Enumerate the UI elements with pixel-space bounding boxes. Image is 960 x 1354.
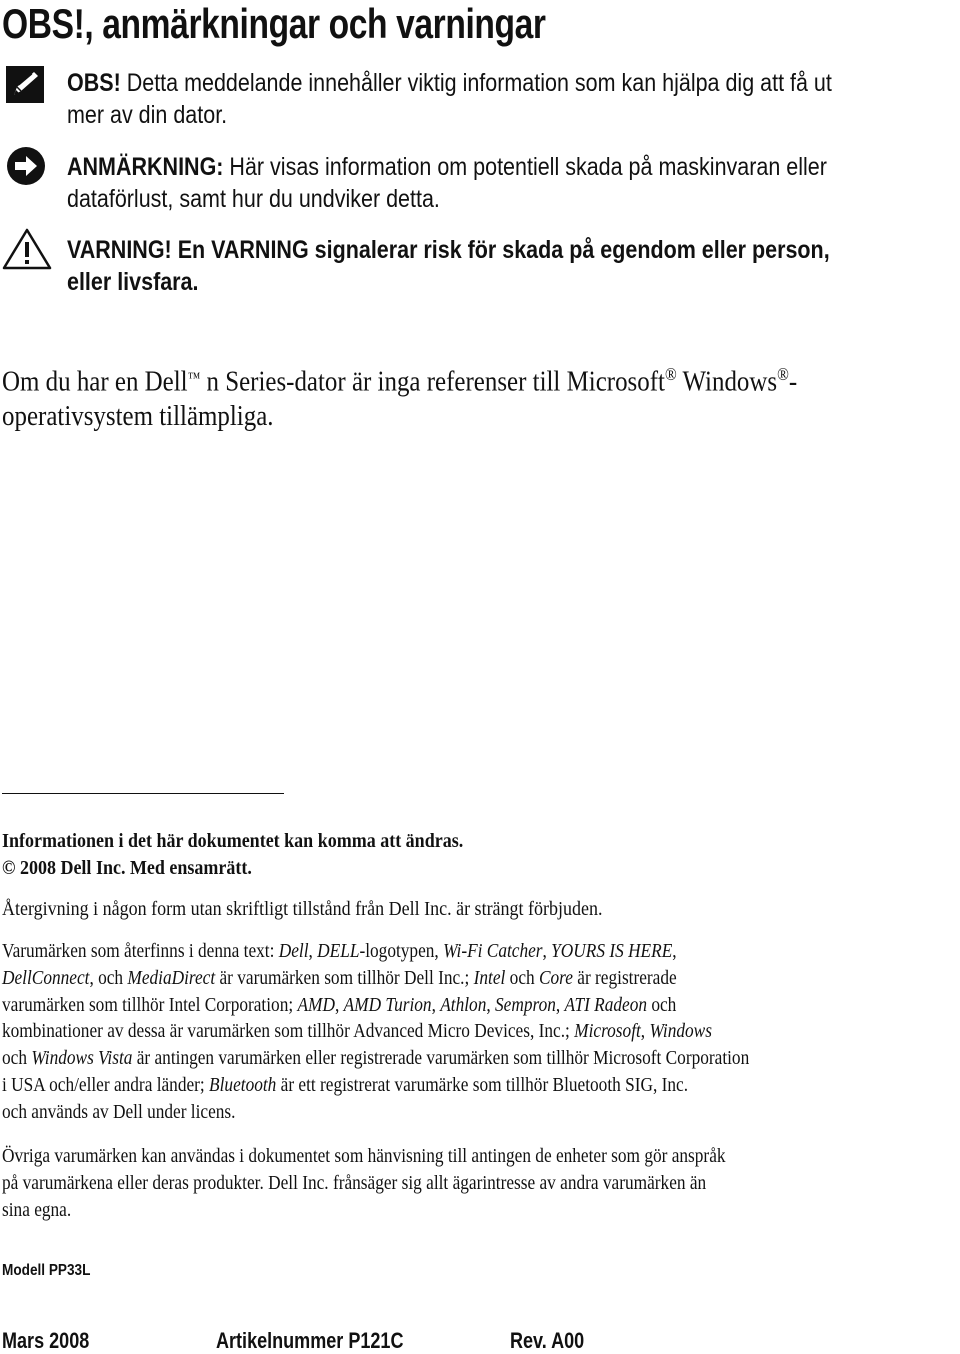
trademark-name: Core	[538, 966, 573, 989]
arrow-right-circle-icon	[6, 146, 46, 186]
paragraph-line: Övriga varumärken kan användas i dokumen…	[2, 1145, 726, 1167]
trademark-name: Bluetooth	[209, 1074, 277, 1096]
paragraph-line: sina egna.	[2, 1199, 72, 1221]
registered-symbol: ®	[777, 364, 789, 384]
note-obs-line1: OBS! Detta meddelande innehåller viktig …	[67, 69, 832, 98]
paragraph-line: Varumärken som återfinns i denna text: D…	[2, 940, 677, 962]
reproduction-notice: Återgivning i någon form utan skriftligt…	[2, 898, 603, 920]
trademark-name: Intel	[473, 966, 506, 989]
trademark-name: DELL	[317, 940, 360, 962]
note-varning-line2: eller livsfara.	[67, 268, 199, 296]
trademark-name: ATI Radeon	[564, 993, 648, 1016]
page-title: OBS!, anmärkningar och varningar	[2, 0, 546, 47]
paragraph-line: och Windows Vista är antingen varumärken…	[2, 1047, 750, 1070]
trademark-name: Microsoft	[574, 1020, 641, 1043]
note-anmarkning-label: ANMÄRKNING:	[67, 153, 224, 181]
series-note-text: -	[788, 365, 798, 398]
publication-date: Mars 2008	[2, 1328, 90, 1353]
note-anmarkning-line2: dataförlust, samt hur du undviker detta.	[67, 185, 440, 213]
paragraph-line: varumärken som tillhör Intel Corporation…	[2, 993, 677, 1016]
trademark-name: Sempron	[495, 993, 556, 1016]
paragraph-line: på varumärkena eller deras produkter. De…	[2, 1172, 707, 1194]
trademark-name: YOURS IS HERE	[551, 940, 673, 962]
note-varning-text: En VARNING signalerar risk för skada på …	[171, 236, 830, 264]
trademark-name: Dell	[278, 940, 309, 962]
revision: Rev. A00	[510, 1328, 585, 1353]
trademark-name: DellConnect	[2, 966, 90, 989]
note-obs-label: OBS!	[67, 69, 121, 97]
trademark-name: Windows	[649, 1020, 712, 1043]
copyright: © 2008 Dell Inc. Med ensamrätt.	[2, 857, 252, 879]
trademark-symbol: ™	[187, 370, 201, 387]
trademark-name: AMD Turion	[343, 993, 432, 1016]
series-note-line1: Om du har en Dell™ n Series-dator är ing…	[2, 364, 797, 399]
note-varning-line1: VARNING! En VARNING signalerar risk för …	[67, 236, 830, 265]
note-varning-label: VARNING!	[67, 236, 172, 264]
part-number: Artikelnummer P121C	[216, 1328, 404, 1353]
trademark-name: MediaDirect	[127, 966, 216, 989]
trademark-name: Athlon	[440, 993, 487, 1016]
trademark-name: Windows Vista	[31, 1047, 133, 1070]
pencil-icon	[6, 66, 44, 103]
paragraph-line: kombinationer av dessa är varumärken som…	[2, 1020, 712, 1043]
note-anmarkning-text: Här visas information om potentiell skad…	[223, 153, 827, 181]
model-number: Modell PP33L	[2, 1262, 91, 1279]
note-anmarkning-line1: ANMÄRKNING: Här visas information om pot…	[67, 153, 827, 182]
paragraph-line: DellConnect, och MediaDirect är varumärk…	[2, 966, 677, 989]
change-notice: Informationen i det här dokumentet kan k…	[2, 830, 464, 852]
trademark-name: AMD	[297, 993, 335, 1016]
paragraph-line: och används av Dell under licens.	[2, 1100, 236, 1123]
series-note-line2: operativsystem tillämpliga.	[2, 400, 274, 432]
series-note-text: n Series-dator är inga referenser till M…	[200, 365, 665, 398]
registered-symbol: ®	[664, 364, 677, 384]
series-note-text: Om du har en Dell	[2, 365, 188, 398]
note-obs-text: Detta meddelande innehåller viktig infor…	[120, 69, 832, 97]
paragraph-line: i USA och/eller andra länder; Bluetooth …	[2, 1074, 689, 1096]
note-obs-line2: mer av din dator.	[67, 101, 228, 129]
divider	[2, 793, 284, 794]
series-note-text: Windows	[676, 365, 778, 398]
trademark-name: Wi-Fi Catcher	[443, 940, 543, 962]
warning-triangle-icon	[2, 228, 52, 270]
